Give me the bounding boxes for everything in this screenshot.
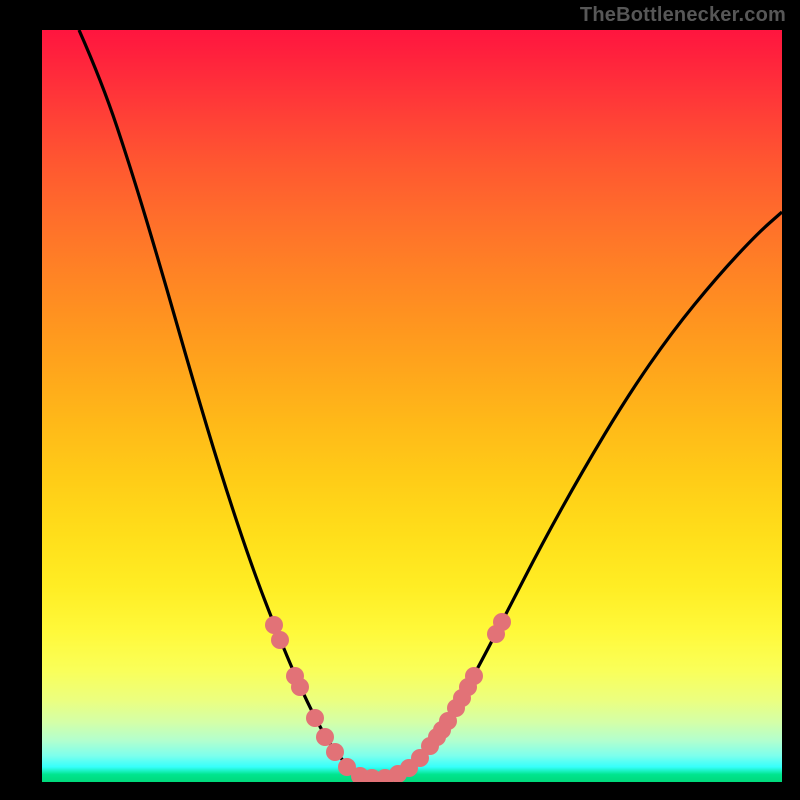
data-point <box>326 743 344 761</box>
data-point <box>316 728 334 746</box>
data-point <box>465 667 483 685</box>
highlight-points <box>265 613 511 782</box>
data-point <box>271 631 289 649</box>
data-point <box>306 709 324 727</box>
data-point <box>493 613 511 631</box>
bottleneck-curve <box>42 30 782 782</box>
plot-area <box>42 30 782 782</box>
curve-path <box>79 30 782 778</box>
watermark-text: TheBottlenecker.com <box>580 4 786 27</box>
data-point <box>291 678 309 696</box>
chart-frame: TheBottlenecker.com <box>0 0 800 800</box>
